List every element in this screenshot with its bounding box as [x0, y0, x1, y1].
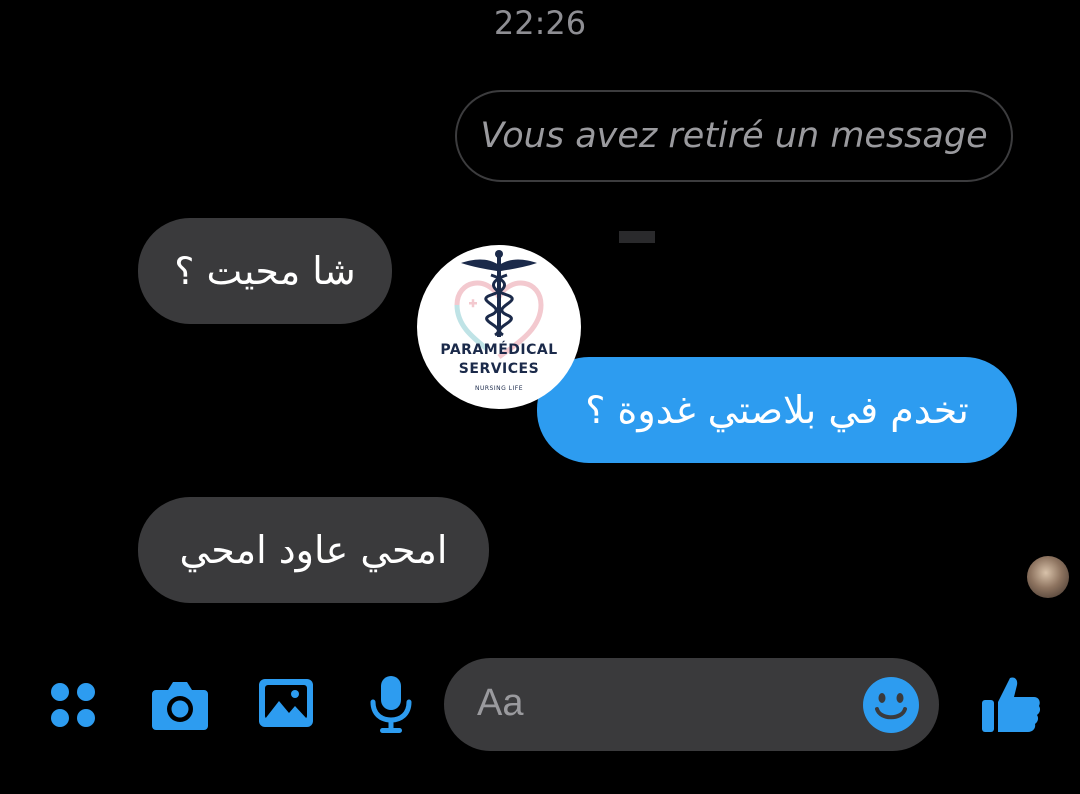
apps-icon[interactable]: [48, 680, 100, 732]
unsent-message-notice[interactable]: Vous avez retiré un message: [455, 90, 1013, 182]
paramedical-services-watermark-logo: PARAMÉDICAL SERVICES NURSING LIFE: [417, 245, 581, 409]
logo-subtitle: SERVICES: [458, 361, 540, 377]
incoming-message-bubble[interactable]: شا محيت ؟: [138, 218, 392, 324]
image-icon[interactable]: [257, 677, 315, 729]
camera-icon[interactable]: [150, 676, 210, 732]
outgoing-message-bubble[interactable]: تخدم في بلاصتي غدوة ؟: [537, 357, 1017, 463]
reaction-marker: [619, 231, 655, 243]
logo-title: PARAMÉDICAL: [440, 342, 558, 358]
thumbs-up-icon[interactable]: [980, 672, 1042, 734]
message-timestamp: 22:26: [493, 4, 587, 42]
message-input-placeholder: Aa: [477, 682, 524, 724]
logo-tagline: NURSING LIFE: [474, 385, 524, 392]
incoming-message-bubble[interactable]: امحي عاود امحي: [138, 497, 489, 603]
seen-avatar: [1027, 556, 1069, 598]
microphone-icon[interactable]: [368, 674, 414, 734]
emoji-icon[interactable]: [862, 676, 920, 734]
message-input[interactable]: Aa: [444, 658, 939, 751]
